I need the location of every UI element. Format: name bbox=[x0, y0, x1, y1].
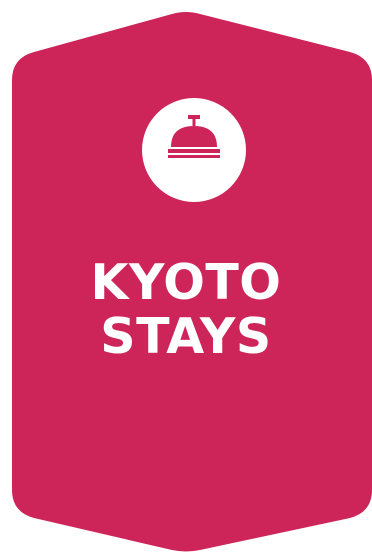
badge: KYOTO STAYS bbox=[0, 0, 372, 556]
icon-circle bbox=[142, 98, 246, 202]
badge-title: KYOTO STAYS bbox=[0, 256, 372, 364]
title-line-2: STAYS bbox=[100, 308, 272, 365]
title-line-1: KYOTO bbox=[90, 254, 282, 311]
service-bell-icon bbox=[168, 115, 220, 158]
